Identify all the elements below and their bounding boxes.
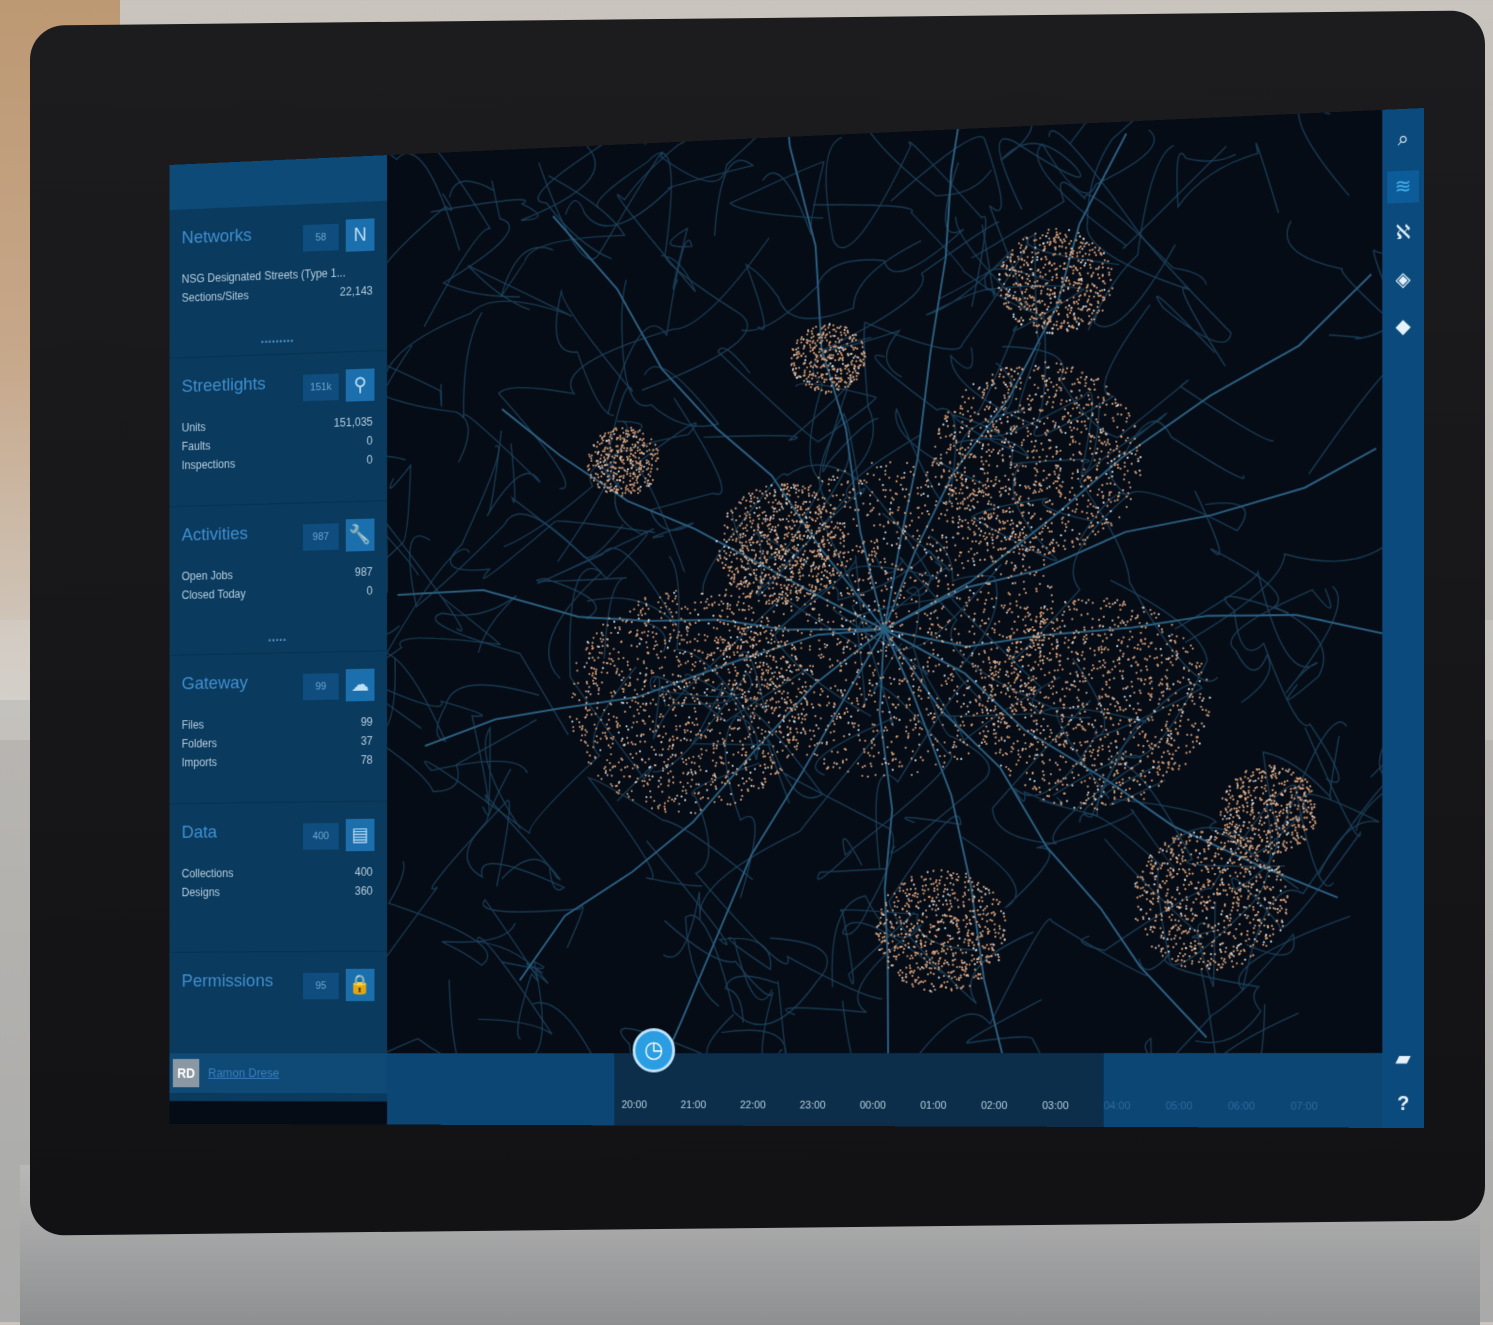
map-canvas[interactable] (387, 109, 1383, 1054)
app-screen: Networks 58 N NSG Designated Streets (Type … (169, 108, 1425, 1128)
